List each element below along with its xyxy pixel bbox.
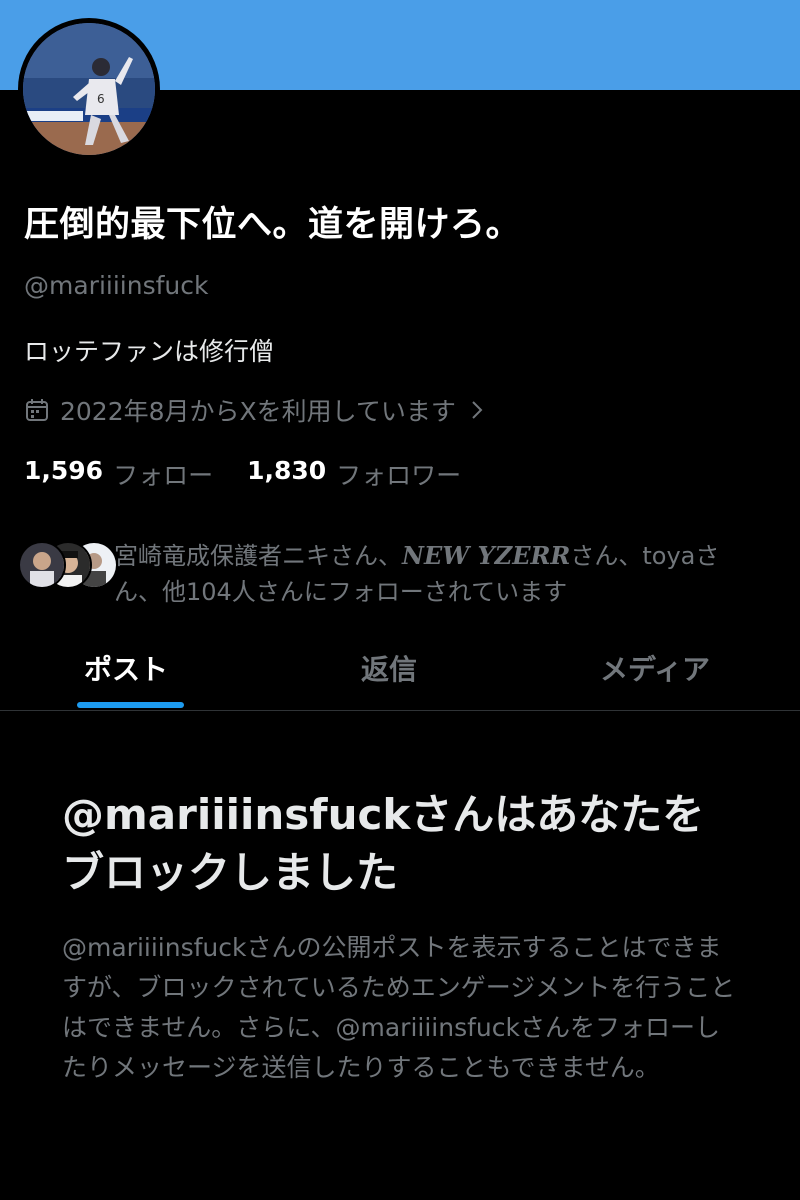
joined-date-row[interactable]: 2022年8月からXを利用しています — [24, 393, 484, 427]
followers-label: フォロワー — [336, 461, 462, 490]
profile-bio: ロッテファンは修行僧 — [24, 337, 275, 366]
chevron-right-icon — [470, 399, 484, 421]
calendar-icon — [24, 397, 50, 423]
profile-avatar[interactable]: 6 — [18, 18, 160, 160]
follower-avatars — [18, 538, 118, 592]
follower-name: toya — [642, 542, 696, 570]
follower-avatar — [18, 541, 66, 589]
joined-date-text: 2022年8月からXを利用しています — [60, 397, 456, 426]
following-count: 1,596 — [24, 456, 104, 485]
follower-name: NEW YZERR — [402, 541, 571, 570]
profile-display-name: 圧倒的最下位へ。道を開けろ。 — [24, 205, 522, 245]
following-link[interactable]: 1,596 フォロー — [24, 456, 213, 492]
profile-stats: 1,596 フォロー 1,830 フォロワー — [24, 456, 461, 492]
active-tab-indicator — [77, 702, 184, 708]
blocked-notice-title: @mariiiinsfuckさんはあなたをブロックしました — [62, 790, 705, 897]
baseball-player-photo-icon: 6 — [23, 23, 155, 155]
svg-text:6: 6 — [97, 92, 105, 106]
followed-by-row[interactable]: 宮崎竜成保護者ニキさん、NEW YZERRさん、toyaさん、他104人さんにフ… — [18, 538, 788, 610]
profile-handle: @mariiiinsfuck — [24, 271, 209, 300]
tab-media[interactable]: メディア — [600, 648, 710, 688]
separator-text: さん、 — [570, 542, 643, 570]
follower-name: 宮崎竜成保護者ニキ — [114, 542, 330, 570]
separator-text: さん、 — [330, 542, 402, 570]
followers-count: 1,830 — [247, 456, 327, 485]
followed-by-text: 宮崎竜成保護者ニキさん、NEW YZERRさん、toyaさん、他104人さんにフ… — [114, 538, 764, 610]
tab-replies[interactable]: 返信 — [361, 648, 417, 688]
tab-posts[interactable]: ポスト — [84, 648, 168, 688]
profile-tabs: ポスト 返信 メディア — [0, 628, 800, 710]
followers-link[interactable]: 1,830 フォロワー — [247, 456, 461, 492]
blocked-notice-body: @mariiiinsfuckさんの公開ポストを表示することはできますが、ブロック… — [62, 933, 736, 1082]
tabs-divider — [0, 710, 800, 711]
following-label: フォロー — [113, 461, 214, 490]
